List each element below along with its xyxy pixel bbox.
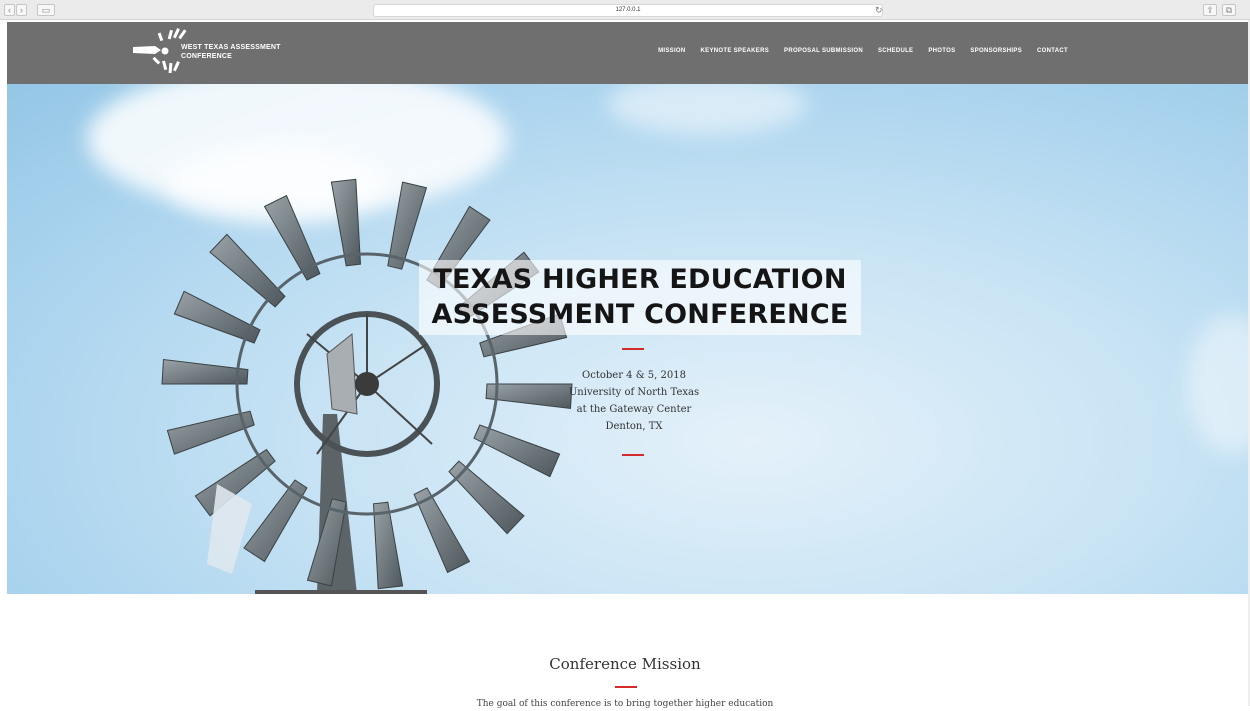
hero-title-line-2: ASSESSMENT CONFERENCE (431, 299, 849, 330)
cloud-shape (1187, 314, 1248, 454)
event-details: October 4 & 5, 2018 University of North … (534, 367, 734, 435)
share-icon[interactable]: ⇪ (1203, 4, 1217, 16)
nav-photos[interactable]: PHOTOS (928, 48, 955, 54)
chevron-left-icon[interactable]: ‹ (4, 4, 15, 16)
hero-title-line-1: TEXAS HIGHER EDUCATION (433, 264, 847, 295)
windmill-blade (372, 501, 404, 590)
sidebar-icon[interactable]: ▭ (37, 4, 55, 16)
red-divider (615, 686, 637, 688)
chevron-right-icon[interactable]: › (16, 4, 27, 16)
reload-icon[interactable]: ↻ (875, 4, 883, 16)
windmill-image (161, 178, 573, 594)
logo-line-1: WEST TEXAS ASSESSMENT (181, 44, 281, 51)
hero-banner: TEXAS HIGHER EDUCATION ASSESSMENT CONFER… (7, 84, 1248, 594)
red-divider (622, 454, 644, 456)
mission-heading: Conference Mission (549, 655, 701, 673)
hero-title: TEXAS HIGHER EDUCATION ASSESSMENT CONFER… (419, 262, 861, 332)
event-venue-line-1: University of North Texas (568, 387, 700, 398)
nav-keynote-speakers[interactable]: KEYNOTE SPEAKERS (701, 48, 769, 54)
nav-mission[interactable]: MISSION (658, 48, 685, 54)
event-venue-line-2: at the Gateway Center (576, 404, 692, 415)
logo-line-2: CONFERENCE (181, 53, 233, 60)
site-logo[interactable]: WEST TEXAS ASSESSMENT CONFERENCE (133, 27, 293, 79)
nav-contact[interactable]: CONTACT (1037, 48, 1068, 54)
cloud-shape (607, 84, 807, 134)
event-date: October 4 & 5, 2018 (582, 370, 686, 381)
nav-proposal-submission[interactable]: PROPOSAL SUBMISSION (784, 48, 863, 54)
tabs-icon[interactable]: ⧉ (1222, 4, 1236, 16)
windmill-blade (448, 460, 525, 535)
logo-text: WEST TEXAS ASSESSMENT CONFERENCE (181, 43, 281, 61)
event-city: Denton, TX (605, 421, 663, 432)
windmill-blade (161, 358, 249, 385)
site-header: WEST TEXAS ASSESSMENT CONFERENCE MISSION… (7, 22, 1248, 84)
nav-sponsorships[interactable]: SPONSORSHIPS (970, 48, 1022, 54)
url-text: 127.0.0.1 (615, 7, 641, 13)
nav-schedule[interactable]: SCHEDULE (878, 48, 913, 54)
address-bar[interactable]: 127.0.0.1 (373, 4, 883, 17)
browser-toolbar: ‹ › ▭ 127.0.0.1 ↻ ⇪ ⧉ (0, 0, 1250, 20)
red-divider (622, 348, 644, 350)
windmill-blade (209, 233, 286, 308)
windmill-blade (330, 178, 362, 267)
main-nav: MISSION KEYNOTE SPEAKERS PROPOSAL SUBMIS… (658, 48, 1068, 54)
mission-text: The goal of this conference is to bring … (476, 699, 774, 709)
